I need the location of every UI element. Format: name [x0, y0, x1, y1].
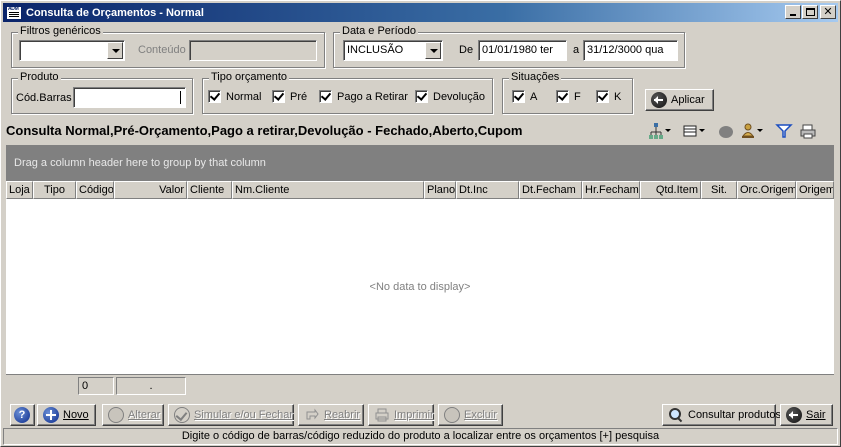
- novo-button[interactable]: Novo: [37, 404, 96, 426]
- title-bar[interactable]: ADM Consulta de Orçamentos - Normal ✕: [3, 3, 838, 22]
- checkbox-checked-icon[interactable]: [415, 90, 428, 103]
- checkbox-checked-icon[interactable]: [512, 90, 525, 103]
- maximize-icon: [806, 8, 815, 16]
- col-valor[interactable]: Valor: [114, 181, 187, 199]
- data-final-input[interactable]: 31/12/3000 qua: [583, 40, 678, 61]
- close-button[interactable]: ✕: [820, 5, 836, 19]
- col-codigo[interactable]: Código: [76, 181, 114, 199]
- aplicar-button[interactable]: Aplicar: [645, 89, 714, 111]
- col-dt-inc[interactable]: Dt.Inc: [456, 181, 519, 199]
- no-data-message: <No data to display>: [369, 281, 471, 293]
- produto-legend: Produto: [18, 71, 61, 83]
- grid-layout-icon[interactable]: [681, 122, 705, 140]
- col-hr-fecham[interactable]: Hr.Fecham: [582, 181, 640, 199]
- minimize-icon: [790, 14, 796, 16]
- printer-icon: [374, 407, 390, 423]
- footer-sum: .: [116, 377, 186, 395]
- delete-icon: [444, 407, 460, 423]
- group-by-panel[interactable]: Drag a column header here to group by th…: [6, 145, 834, 181]
- grid-body[interactable]: <No data to display>: [6, 199, 834, 374]
- check-icon: [174, 407, 190, 423]
- print-icon[interactable]: [799, 122, 817, 140]
- edit-icon: [108, 407, 124, 423]
- sair-button[interactable]: Sair: [780, 404, 833, 426]
- col-origem[interactable]: Origem: [796, 181, 834, 199]
- simular-fechar-button[interactable]: Simular e/ou Fechar: [168, 404, 294, 426]
- col-plano[interactable]: Plano: [424, 181, 456, 199]
- exit-icon: [786, 407, 802, 423]
- bell-icon[interactable]: [739, 122, 763, 140]
- periodo-combo-value: INCLUSÃO: [347, 44, 404, 56]
- situacoes-legend: Situações: [509, 71, 562, 83]
- status-bar: Digite o código de barras/código reduzid…: [3, 428, 838, 445]
- checkbox-pre[interactable]: Pré: [272, 90, 307, 103]
- app-icon: ADM: [6, 5, 22, 20]
- oval-icon[interactable]: [717, 122, 735, 140]
- col-qtd-item[interactable]: Qtd.Item: [640, 181, 701, 199]
- checkbox-checked-icon[interactable]: [596, 90, 609, 103]
- consultar-produtos-button[interactable]: Consultar produtos: [662, 404, 781, 426]
- col-sit[interactable]: Sit.: [701, 181, 737, 199]
- checkbox-situacao-a[interactable]: A: [512, 90, 537, 103]
- chevron-down-icon[interactable]: [107, 42, 123, 59]
- imprimir-button[interactable]: Imprimir: [368, 404, 434, 426]
- checkbox-devolucao[interactable]: Devolução: [415, 90, 485, 103]
- col-cliente[interactable]: Cliente: [187, 181, 232, 199]
- help-button[interactable]: ?: [10, 404, 35, 426]
- apply-icon: [651, 92, 667, 108]
- checkbox-checked-icon[interactable]: [556, 90, 569, 103]
- col-loja[interactable]: Loja: [6, 181, 33, 199]
- checkbox-checked-icon[interactable]: [319, 90, 332, 103]
- grid-footer: 0 .: [6, 374, 834, 396]
- consulta-heading: Consulta Normal,Pré-Orçamento,Pago a ret…: [6, 123, 523, 138]
- a-label: a: [573, 44, 580, 56]
- col-dt-fecham[interactable]: Dt.Fecham: [519, 181, 582, 199]
- main-window: ADM Consulta de Orçamentos - Normal ✕ Fi…: [0, 0, 841, 447]
- close-icon: ✕: [823, 6, 833, 18]
- checkbox-pago-a-retirar[interactable]: Pago a Retirar: [319, 90, 408, 103]
- data-inicial-input[interactable]: 01/01/1980 ter: [478, 40, 567, 61]
- chevron-down-icon[interactable]: [425, 42, 441, 59]
- footer-count: 0: [78, 377, 114, 395]
- plus-icon: [43, 407, 59, 423]
- de-label: De: [459, 44, 474, 56]
- reopen-icon: [304, 407, 320, 423]
- cod-barras-label: Cód.Barras: [16, 92, 72, 104]
- conteudo-input[interactable]: [189, 40, 317, 61]
- conteudo-label: Conteúdo: [138, 44, 186, 56]
- tipo-orcamento-legend: Tipo orçamento: [209, 71, 290, 83]
- grid-header: Loja Tipo Código Valor Cliente Nm.Client…: [6, 181, 834, 199]
- help-icon: ?: [14, 407, 30, 423]
- filtros-legend: Filtros genéricos: [18, 25, 103, 37]
- checkbox-situacao-k[interactable]: K: [596, 90, 621, 103]
- filter-icon[interactable]: [775, 122, 793, 140]
- filtro-combo[interactable]: [19, 40, 125, 61]
- periodo-combo[interactable]: INCLUSÃO: [343, 40, 443, 61]
- tree-icon[interactable]: [647, 122, 671, 140]
- text-caret: [180, 91, 181, 104]
- maximize-button[interactable]: [802, 5, 818, 19]
- checkbox-normal[interactable]: Normal: [208, 90, 261, 103]
- checkbox-situacao-f[interactable]: F: [556, 90, 581, 103]
- cod-barras-input[interactable]: [73, 87, 186, 108]
- search-icon: [668, 407, 684, 423]
- window-title: Consulta de Orçamentos - Normal: [26, 6, 204, 19]
- col-orc-origem[interactable]: Orc.Origem: [737, 181, 796, 199]
- col-nm-cliente[interactable]: Nm.Cliente: [232, 181, 424, 199]
- periodo-legend: Data e Período: [340, 25, 418, 37]
- group-by-hint: Drag a column header here to group by th…: [14, 157, 266, 169]
- minimize-button[interactable]: [785, 5, 801, 19]
- checkbox-checked-icon[interactable]: [208, 90, 221, 103]
- col-tipo[interactable]: Tipo: [33, 181, 76, 199]
- checkbox-checked-icon[interactable]: [272, 90, 285, 103]
- reabrir-button[interactable]: Reabrir: [298, 404, 364, 426]
- excluir-button[interactable]: Excluir: [438, 404, 503, 426]
- alterar-button[interactable]: Alterar: [102, 404, 164, 426]
